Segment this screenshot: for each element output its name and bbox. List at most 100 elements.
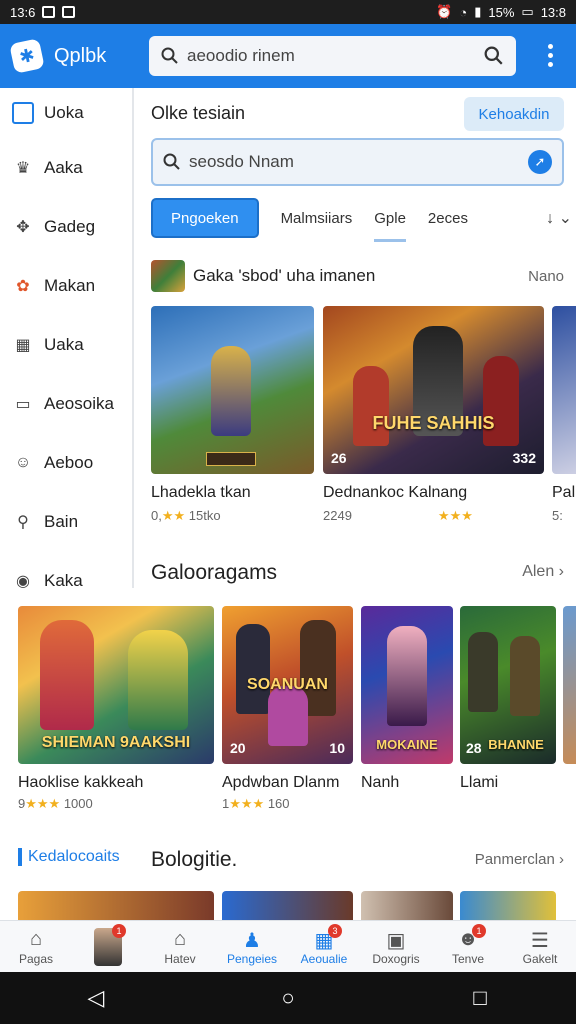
game-card[interactable]: Pal 5: — [552, 306, 576, 523]
search-submit-icon[interactable] — [484, 46, 504, 66]
wifi-icon: ◔ — [459, 4, 468, 20]
rating-stars: ★★ — [161, 508, 186, 523]
game-art: SOANUAN 20 10 — [222, 606, 353, 764]
game-meta: 2249 ★★★ — [323, 508, 473, 523]
game-art: FUHE SAHHIS 26 332 — [323, 306, 544, 474]
game-card[interactable]: FUHE SAHHIS 26 332 Dednankoc Kalnang 224… — [323, 306, 544, 524]
sidebar-item-label: Aeboo — [44, 452, 94, 472]
art-badge-left: 26 — [331, 450, 347, 466]
overflow-menu-icon[interactable] — [548, 44, 554, 67]
game-art — [552, 306, 576, 474]
system-nav-bar: ◁ ○ □ — [0, 972, 576, 1024]
app-bar: ✱ Qplbk — [0, 24, 576, 88]
back-icon[interactable]: ◁ — [36, 985, 156, 1011]
nav-badge: 1 — [472, 924, 486, 938]
games-row-partial — [0, 891, 576, 921]
search-go-icon[interactable]: ➚ — [528, 150, 552, 174]
filter-dropdown-icon[interactable]: ↓ ⌄ — [546, 208, 572, 228]
game-title: Dednankoc Kalnang — [323, 484, 468, 501]
main-panel: Olke tesiain Kehoakdin ➚ Pngoeken Malmsi… — [134, 88, 576, 588]
game-art-title: BHANNE — [488, 737, 544, 752]
sidebar-item-label: Uoka — [44, 103, 84, 122]
game-title: Pal — [552, 484, 576, 501]
nav-item-1[interactable]: 1 — [72, 921, 144, 972]
smile-icon: ☺ — [14, 453, 32, 471]
top-search-bar[interactable] — [149, 36, 516, 76]
section-tag[interactable]: Kedalocoaits — [18, 848, 120, 866]
sidebar-item-label: Makan — [44, 275, 96, 295]
search-icon — [163, 153, 180, 170]
tab-2[interactable]: Gple — [374, 198, 406, 242]
content-search-input[interactable] — [189, 152, 528, 172]
section-more-link[interactable]: Panmerclan › — [475, 851, 564, 868]
sidebar-item-label: Uaka — [44, 334, 84, 354]
top-search-input[interactable] — [187, 46, 484, 66]
battery-icon: ▭ — [521, 4, 534, 19]
game-card[interactable] — [222, 891, 353, 921]
art-badge-left: 28 — [466, 740, 482, 756]
sidebar-item-8[interactable]: ◉ Kaka — [0, 551, 132, 610]
home-circle-icon[interactable]: ○ — [228, 985, 348, 1011]
hat-icon: ♛ — [15, 159, 31, 177]
nav-item-6[interactable]: ☻ Tenve 1 — [432, 921, 504, 972]
bottom-nav: ⌂ Pagas 1 ⌂ Hatev ♟ Pengeies ▦ Aeoualie 3 ▣ Do… — [0, 920, 576, 972]
sidebar-item-5[interactable]: ▭ Aeosoika — [0, 374, 132, 433]
sidebar-item-label: Gadeg — [44, 216, 96, 236]
sidebar-item-4[interactable]: ▦ Uaka — [0, 315, 132, 374]
game-card[interactable]: MOKAINE Nanh — [361, 606, 453, 792]
section-header: Gaka 'sbod' uha imanen Nano — [151, 260, 576, 292]
tab-1[interactable]: Malmsiiars — [281, 198, 353, 238]
section-more-link[interactable]: Nano — [528, 268, 564, 285]
nav-item-2[interactable]: ⌂ Hatev — [144, 921, 216, 972]
sidebar-item-label: Kaka — [44, 570, 83, 590]
tab-3[interactable]: 2eces — [428, 198, 468, 238]
section-title: Gaka 'sbod' uha imanen — [193, 266, 376, 285]
header-action-button[interactable]: Kehoakdin — [464, 97, 564, 131]
app-logo-icon[interactable]: ✱ — [9, 38, 45, 74]
art-badge-left: 20 — [230, 740, 246, 756]
game-card[interactable]: BHANNE 28 Llami — [460, 606, 556, 792]
section-title: Galooragams — [151, 561, 278, 584]
nav-item-3[interactable]: ♟ Pengeies — [216, 921, 288, 972]
game-art: MOKAINE — [361, 606, 453, 764]
sidebar-item-3[interactable]: ✿ Makan — [0, 256, 132, 315]
game-card[interactable]: SOANUAN 20 10 Apdwban Dlanm 1★★★ 160 — [222, 606, 353, 812]
game-card[interactable]: Lhadekla tkan 0,★★ 15tko — [151, 306, 314, 524]
section-thumbnail — [151, 260, 185, 292]
nav-badge: 1 — [112, 924, 126, 938]
nav-item-4[interactable]: ▦ Aeoualie 3 — [288, 921, 360, 972]
signal-icon: ▮ — [474, 4, 482, 19]
game-card[interactable] — [361, 891, 453, 921]
game-art: BHANNE 28 — [460, 606, 556, 764]
section-more-link[interactable]: Alen › — [522, 563, 564, 581]
sidebar-item-6[interactable]: ☺ Aeboo — [0, 433, 132, 492]
game-meta: 0,★★ 15tko — [151, 508, 221, 523]
chevron-right-icon: › — [559, 851, 564, 868]
game-art-title: SOANUAN — [247, 676, 328, 693]
chevron-right-icon: › — [558, 563, 564, 580]
featured-row: Lhadekla tkan 0,★★ 15tko FUHE SAHHIS 26 … — [151, 306, 576, 526]
photo-notification-icon — [62, 6, 76, 18]
nav-item-7[interactable]: ☰ Gakelt — [504, 921, 576, 972]
sidebar-item-1[interactable]: ♛ Aaka — [0, 138, 132, 197]
recents-icon[interactable]: □ — [420, 985, 540, 1011]
tab-0[interactable]: Pngoeken — [151, 198, 259, 238]
sidebar-item-label: Aeosoika — [44, 393, 114, 413]
game-card[interactable] — [460, 891, 556, 921]
sidebar-item-0[interactable]: Uoka — [0, 88, 132, 138]
sidebar-item-7[interactable]: ⚲ Bain — [0, 492, 132, 551]
sidebar-item-2[interactable]: ✥ Gadeg — [0, 197, 132, 256]
game-title: Lhadekla tkan — [151, 484, 251, 501]
content-search-bar[interactable]: ➚ — [151, 138, 564, 186]
game-card[interactable] — [563, 606, 576, 764]
game-card[interactable] — [18, 891, 214, 921]
game-meta: 1★★★ 160 — [222, 796, 290, 811]
controller-icon: ✥ — [16, 218, 30, 236]
nav-item-0[interactable]: ⌂ Pagas — [0, 921, 72, 972]
home-icon: ⌂ — [29, 927, 43, 950]
game-card[interactable]: SHIEMAN 9AAKSHI Haoklise kakkeah 9★★★ 10… — [18, 606, 214, 812]
battery-percent: 15% — [488, 4, 515, 20]
nav-item-5[interactable]: ▣ Doxogris — [360, 921, 432, 972]
rating-stars: ★★★ — [25, 796, 61, 811]
section-title: Bologitie. — [151, 848, 238, 871]
